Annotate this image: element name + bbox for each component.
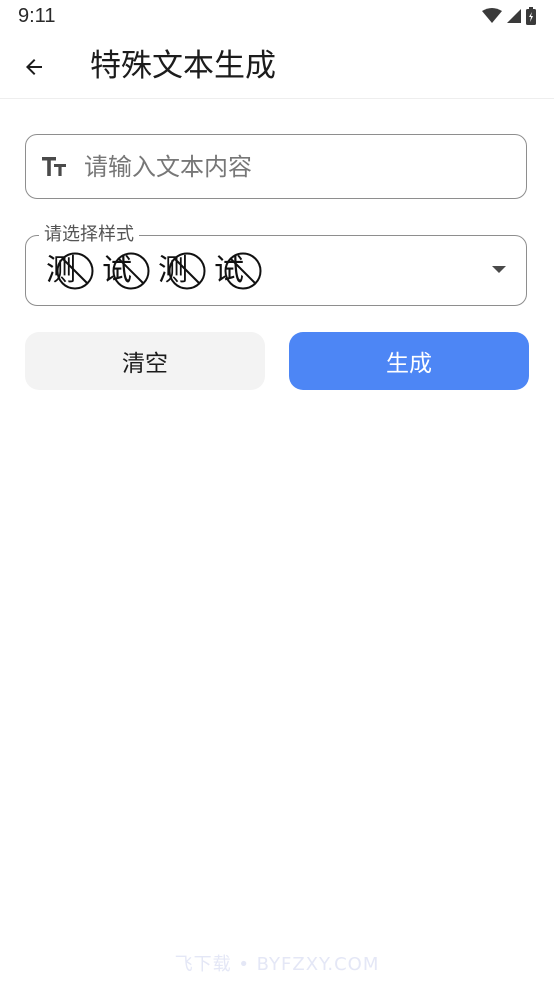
app-bar: 特殊文本生成 xyxy=(0,36,554,99)
style-select-label: 请选择样式 xyxy=(39,224,139,246)
styled-char: 测 xyxy=(156,250,210,292)
wifi-icon xyxy=(482,8,502,23)
circle-slash-icon xyxy=(224,252,262,290)
text-size-icon xyxy=(42,157,66,176)
circle-slash-icon xyxy=(112,252,150,290)
battery-icon xyxy=(526,7,536,25)
chevron-down-icon[interactable] xyxy=(492,266,506,274)
styled-char: 测 xyxy=(44,250,98,292)
generate-button[interactable]: 生成 xyxy=(289,332,529,390)
status-icons xyxy=(482,7,536,25)
style-select-value: 测 试 测 试 xyxy=(44,250,266,292)
back-button[interactable] xyxy=(14,47,54,87)
text-input[interactable] xyxy=(84,147,504,187)
styled-char: 试 xyxy=(212,250,266,292)
watermark: 飞下载 • BYFZXY.COM xyxy=(174,954,380,975)
text-input-field[interactable] xyxy=(25,134,527,199)
styled-char: 试 xyxy=(100,250,154,292)
arrow-left-icon xyxy=(26,59,42,75)
status-time: 9:11 xyxy=(18,5,56,27)
page-title: 特殊文本生成 xyxy=(90,48,276,84)
clear-button[interactable]: 清空 xyxy=(25,332,265,390)
style-select[interactable]: 请选择样式 测 试 测 试 xyxy=(25,224,527,306)
circle-slash-icon xyxy=(56,252,94,290)
circle-slash-icon xyxy=(168,252,206,290)
signal-icon xyxy=(507,9,521,23)
status-bar: 9:11 xyxy=(0,0,554,36)
